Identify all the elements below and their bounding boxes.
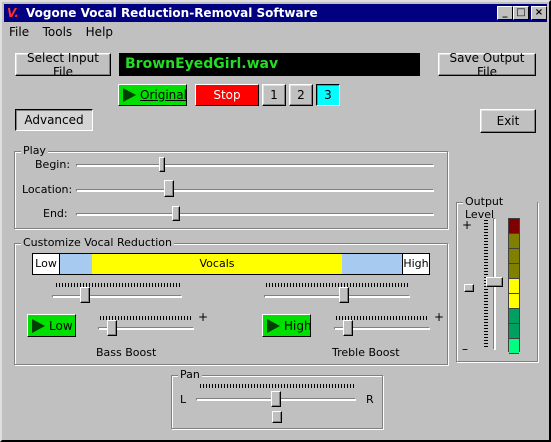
play-icon	[123, 88, 136, 102]
play-original-label: Original	[140, 88, 187, 102]
location-slider-track[interactable]	[76, 189, 434, 192]
advanced-button[interactable]: Advanced	[15, 109, 93, 131]
output-level-marker	[464, 284, 474, 292]
stop-button[interactable]: Stop	[195, 84, 259, 106]
high-cut-ticks	[266, 283, 408, 287]
menu-file[interactable]: File	[4, 24, 34, 40]
preset-1-button[interactable]: 1	[262, 84, 286, 106]
output-minus-sign: –	[462, 342, 468, 356]
meter-segment	[509, 309, 519, 324]
meter-segment	[509, 324, 519, 339]
begin-slider-track[interactable]	[76, 164, 434, 167]
pan-right-label: R	[366, 393, 374, 406]
preset-3-button[interactable]: 3	[316, 84, 340, 106]
app-window: V. Vogone Vocal Reduction-Removal Softwa…	[0, 0, 551, 442]
pan-group-title: Pan	[178, 368, 202, 381]
preset-2-button[interactable]: 2	[289, 84, 313, 106]
meter-segment	[509, 279, 519, 294]
vocal-reduction-title: Customize Vocal Reduction	[21, 236, 174, 249]
output-level-title: Output Level	[463, 195, 537, 221]
menu-tools[interactable]: Tools	[38, 24, 78, 40]
end-slider-track[interactable]	[76, 213, 434, 216]
play-group-title: Play	[21, 144, 48, 157]
end-slider-thumb[interactable]	[172, 206, 181, 221]
close-icon[interactable]: ×	[531, 6, 547, 20]
save-output-file-button[interactable]: Save Output File	[438, 51, 536, 79]
input-file-name: BrownEyedGirl.wav	[119, 53, 420, 76]
begin-label: Begin:	[35, 158, 71, 171]
frequency-high-label: High	[402, 254, 429, 274]
treble-boost-slider-thumb[interactable]	[343, 320, 354, 336]
meter-segment	[509, 294, 519, 309]
maximize-icon[interactable]: □	[513, 6, 529, 20]
play-icon	[267, 318, 280, 333]
end-label: End:	[43, 207, 68, 220]
low-band-region	[60, 254, 92, 274]
pan-left-label: L	[180, 393, 187, 406]
bass-boost-slider-thumb[interactable]	[107, 320, 118, 336]
meter-segment	[509, 264, 519, 279]
menu-bar: File Tools Help	[4, 24, 118, 42]
location-label: Location:	[22, 183, 73, 196]
play-high-button[interactable]: High	[262, 314, 312, 337]
low-cut-slider-track[interactable]	[52, 295, 182, 298]
play-low-label: Low	[49, 318, 73, 333]
output-plus-sign: +	[462, 218, 473, 232]
high-cut-slider-track[interactable]	[264, 295, 410, 298]
play-low-button[interactable]: Low	[27, 314, 76, 337]
treble-boost-label: Treble Boost	[332, 346, 400, 359]
location-slider-thumb[interactable]	[164, 180, 175, 197]
low-cut-slider-thumb[interactable]	[79, 287, 90, 303]
meter-segment	[509, 234, 519, 249]
treble-plus-sign: +	[434, 310, 445, 324]
pan-ticks-top	[200, 384, 354, 388]
frequency-low-label: Low	[33, 254, 60, 274]
high-band-region	[342, 254, 402, 274]
window-title: Vogone Vocal Reduction-Removal Software	[26, 6, 318, 20]
play-original-button[interactable]: Original	[118, 84, 187, 106]
pan-slider-thumb[interactable]	[271, 391, 281, 407]
title-bar[interactable]: V. Vogone Vocal Reduction-Removal Softwa…	[4, 4, 547, 22]
menu-help[interactable]: Help	[81, 24, 118, 40]
bass-plus-sign: +	[198, 310, 209, 324]
play-high-label: High	[284, 318, 312, 333]
bass-boost-label: Bass Boost	[96, 346, 157, 359]
pan-center-marker	[272, 411, 282, 423]
low-cut-ticks	[56, 283, 180, 287]
output-level-slider-thumb[interactable]	[486, 277, 503, 288]
high-cut-slider-thumb[interactable]	[339, 287, 350, 303]
minimize-icon[interactable]: _	[497, 6, 513, 20]
play-icon	[32, 318, 45, 333]
vocals-band-label: Vocals	[199, 257, 235, 270]
vogone-logo-icon[interactable]: V.	[7, 6, 23, 20]
meter-segment	[509, 219, 519, 234]
exit-button[interactable]: Exit	[480, 109, 536, 133]
output-level-meter	[508, 218, 520, 354]
select-input-file-button[interactable]: Select Input File	[15, 51, 111, 79]
meter-segment	[509, 249, 519, 264]
frequency-range-bar[interactable]: Low Vocals High	[32, 253, 430, 275]
begin-slider-thumb[interactable]	[158, 157, 165, 172]
meter-segment	[509, 339, 519, 354]
